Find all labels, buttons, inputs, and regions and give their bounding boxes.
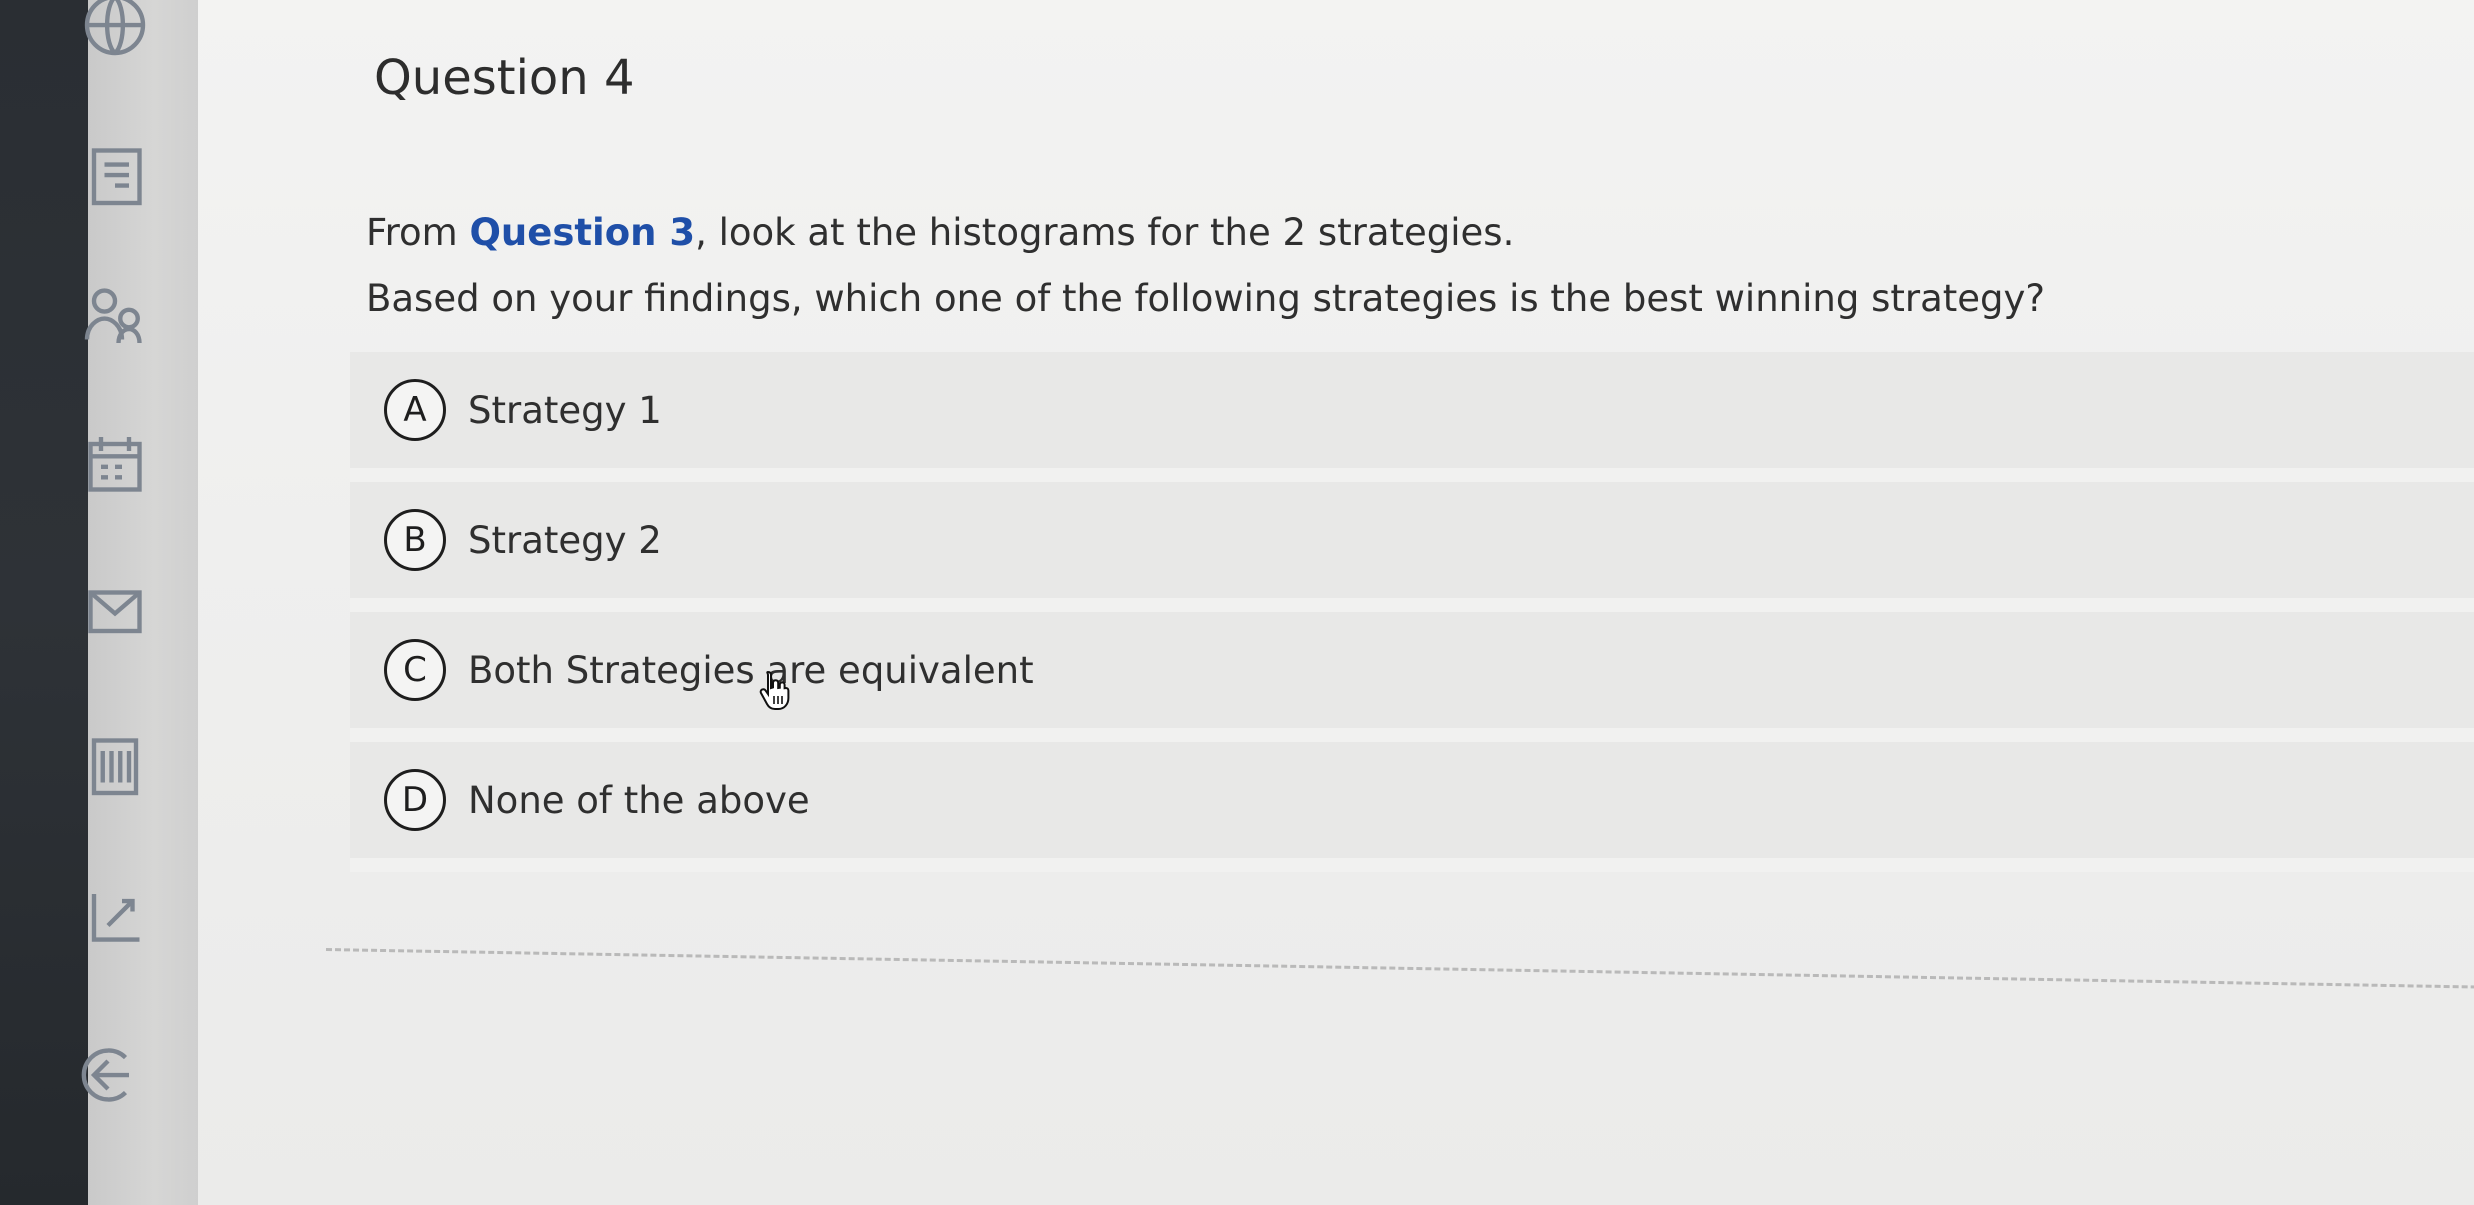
edit-icon[interactable]: [50, 870, 150, 960]
people-icon[interactable]: [50, 270, 150, 360]
option-a-letter: A: [384, 379, 446, 441]
question-reference-link[interactable]: Question 3: [469, 211, 695, 254]
dashed-divider: [325, 948, 2474, 989]
option-c-label: Both Strategies are equivalent: [468, 648, 1034, 692]
document-icon[interactable]: [50, 130, 150, 220]
option-d-letter: D: [384, 769, 446, 831]
option-c-letter: C: [384, 639, 446, 701]
option-d[interactable]: D None of the above: [350, 742, 2474, 872]
prompt-line-2: Based on your findings, which one of the…: [366, 277, 2046, 320]
calendar-icon[interactable]: [50, 420, 150, 510]
option-a-label: Strategy 1: [468, 388, 662, 432]
hand-cursor-icon: [759, 670, 790, 710]
question-page: Question 4 From Question 3, look at the …: [198, 0, 2474, 1205]
option-b-letter: B: [384, 509, 446, 571]
option-c[interactable]: C Both Strategies are equivalent: [350, 612, 2474, 742]
mail-icon[interactable]: [50, 565, 150, 655]
prompt-line-1: From Question 3, look at the histograms …: [366, 200, 2045, 266]
option-d-label: None of the above: [468, 778, 810, 822]
prompt-intro: From: [366, 211, 470, 254]
prompt-rest: , look at the histograms for the 2 strat…: [695, 211, 1515, 254]
globe-icon[interactable]: [50, 0, 150, 70]
list-icon[interactable]: [50, 720, 150, 810]
answer-options: A Strategy 1 B Strategy 2 C Both Strateg…: [350, 352, 2474, 872]
logout-icon[interactable]: [50, 1030, 150, 1120]
option-b[interactable]: B Strategy 2: [350, 482, 2474, 612]
option-b-label: Strategy 2: [468, 518, 662, 562]
option-a[interactable]: A Strategy 1: [350, 352, 2474, 482]
question-title: Question 4: [374, 50, 635, 106]
question-prompt: From Question 3, look at the histograms …: [366, 200, 2045, 332]
